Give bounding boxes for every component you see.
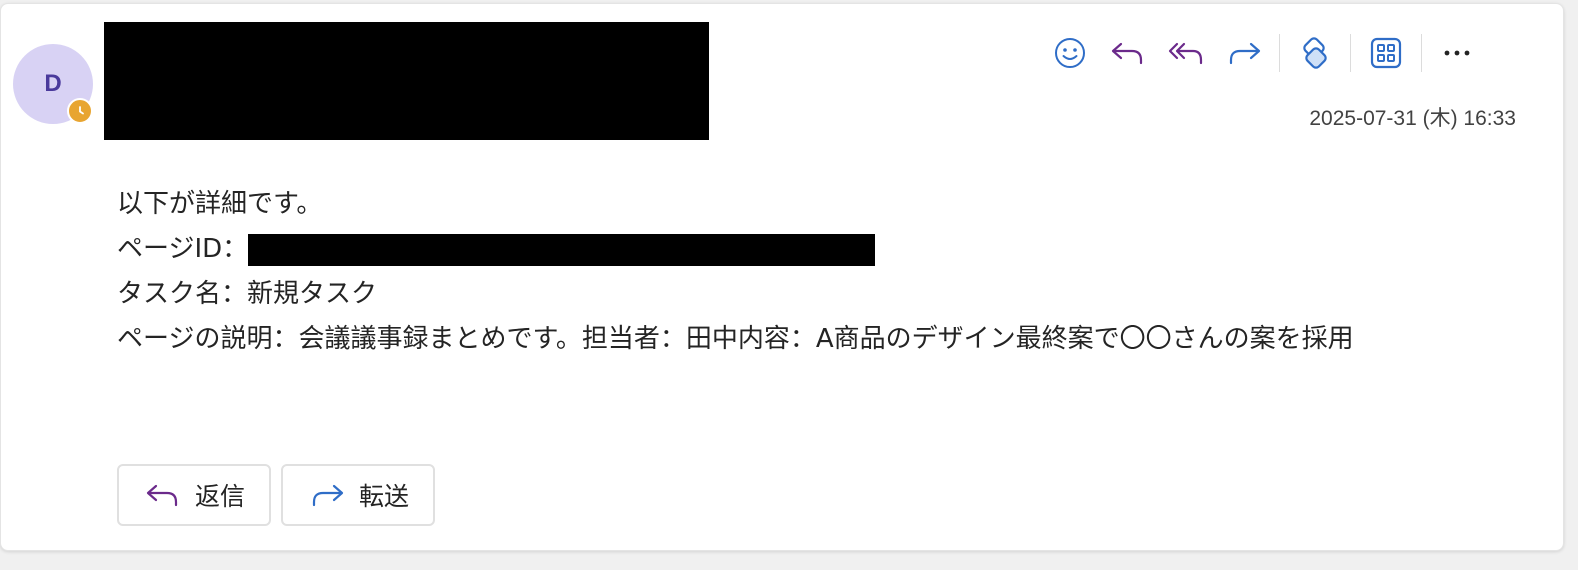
reply-icon (1111, 42, 1143, 65)
more-icon (1444, 50, 1470, 56)
avatar-initial: D (44, 70, 62, 97)
apps-button[interactable] (1357, 30, 1415, 76)
reply-icon (145, 481, 181, 509)
reply-label: 返信 (195, 482, 246, 511)
message-date: 2025-07-31 (木) 16:33 (1309, 107, 1516, 130)
body-line-page-id: ページID： (117, 227, 1517, 272)
reply-button[interactable] (1099, 30, 1157, 76)
smile-icon (1055, 38, 1085, 68)
forward-label: 転送 (359, 482, 410, 511)
presence-away-icon (67, 98, 93, 124)
message-toolbar (1041, 30, 1486, 76)
page-id-label: ページID： (117, 234, 249, 264)
toolbar-divider (1421, 34, 1422, 72)
redacted-page-id (248, 233, 876, 266)
redacted-sender-info (104, 22, 709, 140)
toolbar-divider (1279, 34, 1280, 72)
react-button[interactable] (1041, 30, 1099, 76)
more-actions-button[interactable] (1428, 30, 1486, 76)
toolbar-divider (1350, 34, 1351, 72)
message-body: 以下が詳細です。 ページID： タスク名：新規タスク ページの説明：会議議事録ま… (117, 182, 1517, 362)
message-card: D 2025-07-31 (木) 16:33 以下が詳細です。 ページID： タ… (0, 3, 1564, 551)
loop-button[interactable] (1286, 30, 1344, 76)
body-line: タスク名：新規タスク (117, 279, 378, 309)
reply-all-button[interactable] (1157, 30, 1215, 76)
forward-quick-button[interactable]: 転送 (281, 464, 436, 526)
body-line: 以下が詳細です。 (117, 189, 323, 219)
loop-icon (1303, 37, 1327, 69)
body-line: ページの説明：会議議事録まとめです。担当者：田中内容：A商品のデザイン最終案で〇… (117, 324, 1354, 354)
forward-icon (309, 481, 345, 509)
apps-icon (1370, 37, 1402, 69)
forward-icon (1229, 42, 1261, 65)
quick-actions: 返信 転送 (117, 464, 436, 526)
reply-quick-button[interactable]: 返信 (117, 464, 272, 526)
forward-button[interactable] (1215, 30, 1273, 76)
reply-all-icon (1168, 42, 1203, 65)
